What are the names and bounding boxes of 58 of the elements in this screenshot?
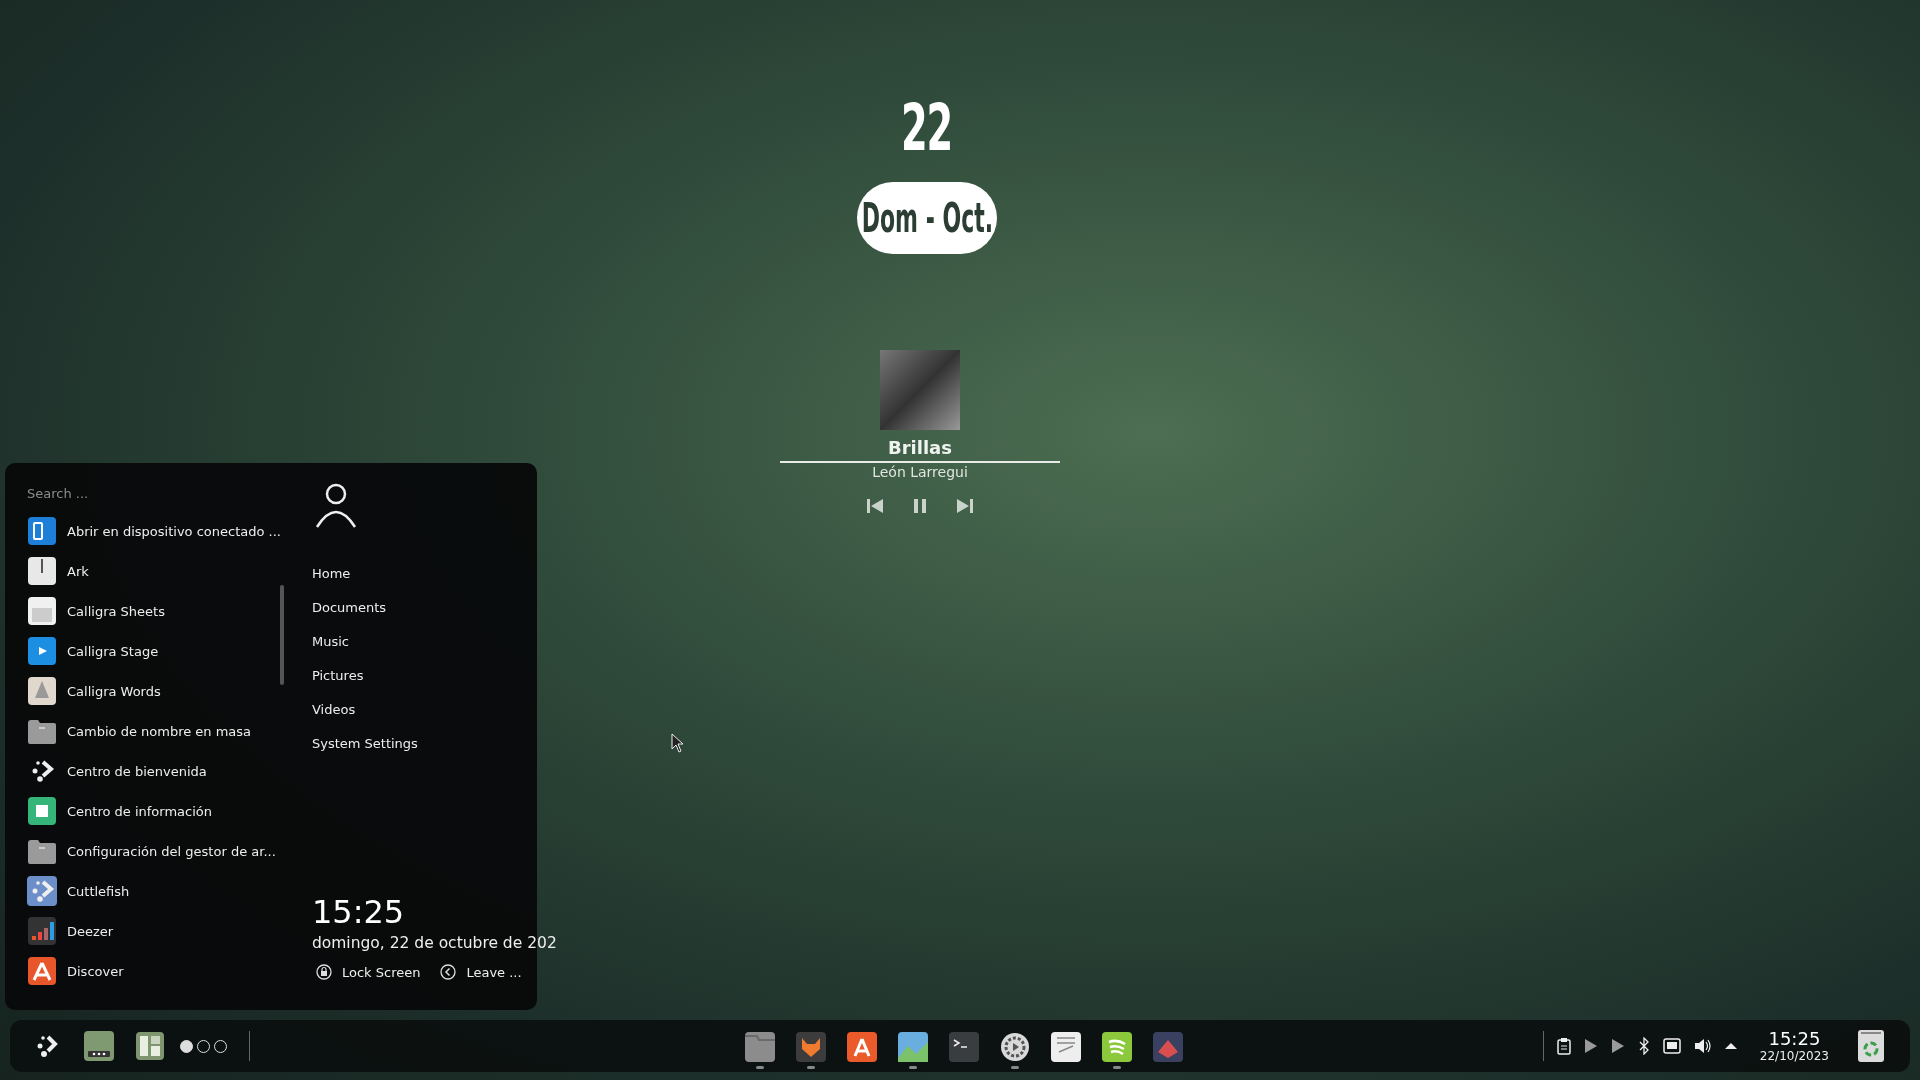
network-icon[interactable] bbox=[1662, 1038, 1681, 1054]
place-link[interactable]: Documents bbox=[311, 591, 387, 625]
play-icon[interactable] bbox=[1583, 1038, 1598, 1054]
taskbar-clock-time[interactable]: 15:25 bbox=[1768, 1029, 1821, 1049]
place-link[interactable]: Home bbox=[311, 557, 351, 591]
trash-icon[interactable] bbox=[1858, 1030, 1884, 1062]
app-item[interactable]: Discover bbox=[21, 951, 281, 991]
folder-icon[interactable] bbox=[745, 1031, 775, 1062]
mouse-pointer-icon bbox=[671, 733, 685, 753]
leave-button[interactable]: Leave ... bbox=[436, 964, 522, 980]
expand-tray-icon[interactable] bbox=[1724, 1042, 1737, 1050]
app-item[interactable]: Calligra Words bbox=[21, 671, 281, 711]
track-artist: León Larregui bbox=[872, 464, 968, 480]
search-field[interactable]: Search ... bbox=[21, 483, 267, 503]
window-layout-icon[interactable] bbox=[136, 1032, 164, 1060]
app-item[interactable]: Configuración del gestor de ar... bbox=[21, 831, 281, 871]
clipboard-icon[interactable] bbox=[1556, 1037, 1571, 1055]
presentation-icon bbox=[27, 636, 57, 666]
menu-clock-time: 15:25 bbox=[311, 892, 406, 932]
app-item[interactable]: Calligra Sheets bbox=[21, 591, 281, 631]
taskbar-clock-date[interactable]: 22/10/2023 bbox=[1759, 1049, 1829, 1063]
place-link[interactable]: Music bbox=[311, 625, 349, 659]
place-link[interactable]: Videos bbox=[311, 693, 356, 727]
app-item[interactable]: Calligra Stage bbox=[21, 631, 281, 671]
weekday-month-label: Dom - Oct. bbox=[857, 182, 997, 254]
app-item[interactable]: Centro de bienvenida bbox=[21, 751, 281, 791]
pause-icon[interactable] bbox=[912, 498, 928, 514]
app-item[interactable]: Cuttlefish bbox=[21, 871, 281, 911]
zip-icon bbox=[27, 556, 57, 586]
volume-icon[interactable] bbox=[1693, 1038, 1712, 1054]
previous-icon[interactable] bbox=[866, 498, 884, 514]
user-avatar-icon[interactable] bbox=[314, 483, 357, 529]
virtual-desktop-dot[interactable] bbox=[180, 1039, 193, 1053]
menu-clock-date: domingo, 22 de octubre de 202 bbox=[311, 934, 557, 952]
terminal-icon[interactable] bbox=[949, 1031, 979, 1062]
show-desktop-icon[interactable] bbox=[84, 1031, 114, 1061]
fox-icon[interactable] bbox=[796, 1031, 826, 1062]
place-link[interactable]: Pictures bbox=[311, 659, 364, 693]
place-link[interactable]: System Settings bbox=[311, 727, 418, 761]
lock-screen-button[interactable]: Lock Screen bbox=[311, 964, 421, 980]
play-icon[interactable] bbox=[1610, 1038, 1625, 1054]
app-item[interactable]: Deezer bbox=[21, 911, 281, 951]
gear-icon[interactable] bbox=[1000, 1031, 1030, 1062]
bars-icon bbox=[27, 916, 57, 946]
app-item[interactable]: Ark bbox=[21, 551, 281, 591]
chevron-left-icon bbox=[440, 964, 457, 980]
phone-icon bbox=[27, 516, 57, 546]
app-item[interactable]: Abrir en dispositivo conectado ... bbox=[21, 511, 281, 551]
image-icon[interactable] bbox=[898, 1031, 928, 1062]
day-number: 22 bbox=[901, 90, 953, 167]
app-item[interactable]: Centro de información bbox=[21, 791, 281, 831]
lock-icon bbox=[315, 964, 332, 980]
spreadsheet-icon bbox=[27, 596, 57, 626]
track-title: Brillas bbox=[888, 437, 952, 458]
app-item[interactable]: Cambio de nombre en masa bbox=[21, 711, 281, 751]
waves-icon[interactable] bbox=[1102, 1031, 1132, 1062]
next-icon[interactable] bbox=[956, 498, 974, 514]
bluetooth-icon[interactable] bbox=[1637, 1037, 1650, 1055]
